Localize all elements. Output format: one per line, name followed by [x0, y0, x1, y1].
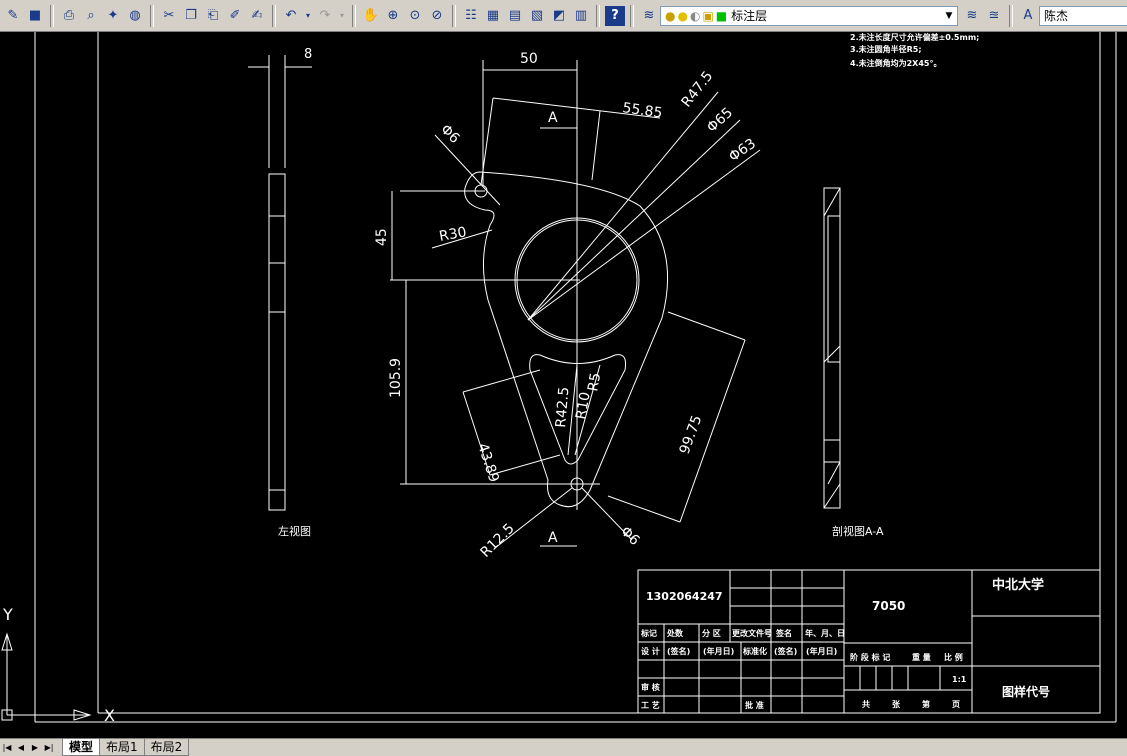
layout-tab-bar: |◀ ◀ ▶ ▶| 模型 布局1 布局2: [0, 738, 1127, 756]
label-nyr: 年、月、日: [805, 628, 845, 638]
calculator-icon[interactable]: ▥: [571, 6, 591, 26]
save-icon[interactable]: ■: [25, 6, 45, 26]
paste-icon[interactable]: ⎗: [203, 6, 223, 26]
lock-icon: ▣: [702, 8, 714, 23]
previous-tab-icon[interactable]: ◀: [14, 741, 28, 755]
pan-icon[interactable]: ✋: [361, 6, 381, 26]
note-3: 3.未注圆角半径R5;: [850, 44, 922, 54]
make-layer-current-icon[interactable]: ≋: [962, 6, 982, 26]
label-genggai: 更改文件号: [732, 628, 772, 638]
label-chushu: 处数: [666, 628, 684, 638]
label-biaozhunhua: 标准化: [742, 646, 767, 656]
drawing-canvas[interactable]: 2.未注长度尺寸允许偏差±0.5mm; 3.未注圆角半径R5; 4.未注倒角均为…: [0, 32, 1127, 738]
label-nianyueri: (年月日): [703, 646, 734, 656]
label-pizhun: 批 准: [745, 700, 764, 710]
lightbulb-icon: ●: [665, 8, 676, 23]
user-combo[interactable]: 陈杰: [1039, 5, 1127, 26]
dim-8: 8: [304, 47, 312, 62]
label-sheji: 设 计: [641, 646, 660, 656]
plot-preview-icon[interactable]: ⌕: [81, 6, 101, 26]
label-biaoji: 标记: [640, 628, 657, 638]
publish-icon[interactable]: ✦: [103, 6, 123, 26]
markup-icon[interactable]: ◩: [549, 6, 569, 26]
layer-previous-icon[interactable]: ≊: [984, 6, 1004, 26]
drawing-code-label: 图样代号: [1002, 684, 1050, 699]
chevron-down-icon[interactable]: ▼: [941, 7, 957, 25]
label-fenqu: 分 区: [702, 628, 721, 638]
sun-icon: ●: [677, 8, 688, 23]
copy-icon[interactable]: ❐: [181, 6, 201, 26]
label-shenhe: 审 核: [641, 682, 660, 692]
etransmit-icon[interactable]: ◍: [125, 6, 145, 26]
tab-layout2[interactable]: 布局2: [143, 739, 190, 756]
label-scale: 1:1: [952, 675, 967, 684]
sheet-set-icon[interactable]: ▧: [527, 6, 547, 26]
tool-palettes-icon[interactable]: ▤: [505, 6, 525, 26]
label-zhang: 张: [892, 700, 901, 709]
text-style-icon[interactable]: A: [1018, 6, 1038, 26]
undo-icon[interactable]: ↶: [281, 6, 301, 26]
label-jieduan: 阶 段 标 记: [850, 652, 890, 662]
ucs-x-label: X: [104, 706, 115, 725]
properties-icon[interactable]: ☷: [461, 6, 481, 26]
design-center-icon[interactable]: ▦: [483, 6, 503, 26]
label-gongyi: 工 艺: [641, 700, 660, 710]
section-a-top: A: [548, 110, 558, 126]
ucs-y-label: Y: [2, 605, 13, 624]
label-qianming: 签名: [775, 628, 792, 638]
viewport-freeze-icon: ◐: [689, 8, 701, 23]
label-ye: 页: [952, 700, 960, 709]
zoom-realtime-icon[interactable]: ⊕: [383, 6, 403, 26]
redo-icon[interactable]: ↷: [315, 6, 335, 26]
tab-layout1[interactable]: 布局1: [99, 739, 145, 756]
label-di: 第: [922, 699, 930, 709]
section-view-label: 剖视图A-A: [832, 524, 884, 538]
standard-toolbar: ✎ ■ ⎙ ⌕ ✦ ◍ ✂ ❐ ⎗ ✐ ✍ ↶ ▾ ↷ ▾ ✋ ⊕ ⊙ ⊘ ☷ …: [0, 0, 1127, 32]
undo-dropdown-icon[interactable]: ▾: [303, 6, 313, 26]
label-nianyueri2: (年月日): [806, 646, 837, 656]
last-tab-icon[interactable]: ▶|: [42, 741, 56, 755]
left-view-label: 左视图: [278, 524, 311, 538]
label-zhongliang: 重 量: [912, 652, 931, 662]
school-name: 中北大学: [992, 577, 1044, 593]
note-4: 4.未注倒角均为2X45°。: [850, 58, 941, 68]
tab-model[interactable]: 模型: [62, 739, 101, 756]
cut-icon[interactable]: ✂: [159, 6, 179, 26]
zoom-previous-icon[interactable]: ⊘: [427, 6, 447, 26]
label-bili: 比 例: [944, 652, 963, 662]
note-2: 2.未注长度尺寸允许偏差±0.5mm;: [850, 32, 979, 42]
dim-105-9: 105.9: [388, 358, 404, 398]
new-file-icon[interactable]: ✎: [3, 6, 23, 26]
first-tab-icon[interactable]: |◀: [0, 741, 14, 755]
user-combo-value: 陈杰: [1044, 9, 1069, 23]
section-a-bottom: A: [548, 530, 558, 546]
print-icon[interactable]: ⎙: [59, 6, 79, 26]
dim-45: 45: [374, 228, 390, 246]
label-qianming3: (签名): [774, 646, 797, 656]
layer-combo[interactable]: ● ● ◐ ▣ ■ 标注层 ▼: [660, 5, 958, 26]
match-properties-icon[interactable]: ✐: [225, 6, 245, 26]
block-editor-icon[interactable]: ✍: [247, 6, 267, 26]
part-number: 7050: [872, 599, 905, 613]
label-qianming2: (签名): [667, 646, 690, 656]
dim-50: 50: [520, 51, 538, 67]
dim-r5: R5: [585, 372, 604, 393]
layer-name: 标注层: [731, 9, 768, 23]
next-tab-icon[interactable]: ▶: [28, 741, 42, 755]
redo-dropdown-icon[interactable]: ▾: [337, 6, 347, 26]
zoom-window-icon[interactable]: ⊙: [405, 6, 425, 26]
layer-manager-icon[interactable]: ≋: [639, 6, 659, 26]
help-icon[interactable]: ?: [605, 5, 625, 26]
student-id: 1302064247: [646, 590, 723, 603]
label-gong: 共: [862, 699, 870, 709]
layer-color-icon: ■: [715, 8, 728, 23]
